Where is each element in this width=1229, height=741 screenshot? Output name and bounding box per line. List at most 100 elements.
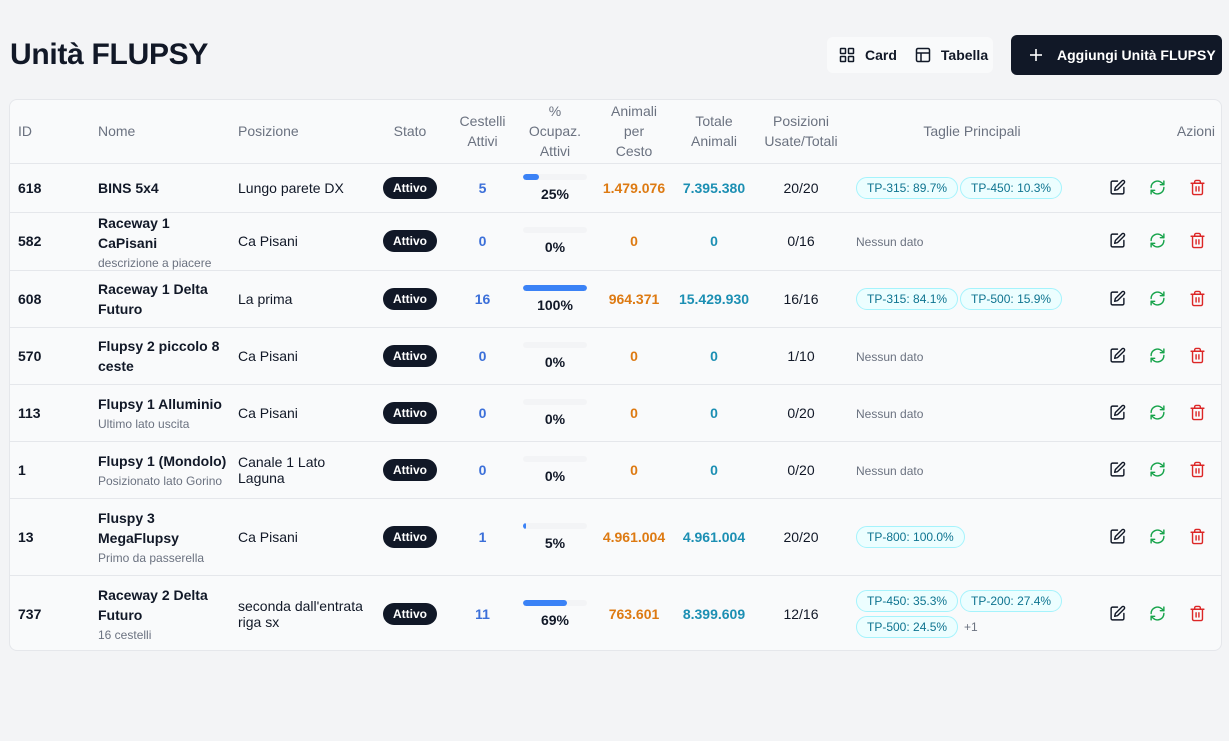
status-badge: Attivo — [383, 458, 437, 481]
cell-actions — [1092, 270, 1221, 328]
cell-total-animals: 4.961.004 — [678, 498, 750, 576]
refresh-button[interactable] — [1149, 179, 1167, 197]
add-flupsy-button[interactable]: Aggiungi Unità FLUPSY — [1011, 35, 1222, 75]
edit-button[interactable] — [1109, 179, 1127, 197]
occupancy-bar — [523, 455, 587, 462]
table-row: 618 BINS 5x4 Lungo parete DX Attivo 5 25% 1.47… — [10, 163, 1221, 213]
edit-button[interactable] — [1109, 528, 1127, 546]
edit-icon — [1110, 528, 1126, 544]
unit-name: Flupsy 1 (Mondolo) — [98, 453, 227, 469]
delete-button[interactable] — [1189, 232, 1207, 250]
edit-button[interactable] — [1109, 404, 1127, 422]
occupancy-percent: 100% — [537, 296, 573, 313]
cell-sizes: Nessun dato — [852, 384, 1092, 442]
table-header-row: ID Nome Posizione Stato Cestelli Attivi … — [10, 100, 1221, 164]
cell-name: Raceway 2 Delta Futuro 16 cestelli — [90, 575, 230, 650]
refresh-button[interactable] — [1149, 232, 1167, 250]
table-view-button[interactable]: Tabella — [909, 40, 994, 70]
delete-button[interactable] — [1189, 404, 1207, 422]
refresh-button[interactable] — [1149, 605, 1167, 623]
add-flupsy-label: Aggiungi Unità FLUPSY — [1057, 47, 1216, 63]
status-badge: Attivo — [383, 344, 437, 367]
refresh-button[interactable] — [1149, 528, 1167, 546]
size-tag: TP-315: 84.1% — [856, 287, 959, 310]
cell-position: Lungo parete DX — [230, 163, 375, 213]
unit-name: Flupsy 2 piccolo 8 ceste — [98, 337, 220, 374]
edit-icon — [1110, 232, 1126, 248]
header-animals-per-basket: Animali per Cesto — [590, 100, 678, 164]
delete-button[interactable] — [1189, 290, 1207, 308]
no-data-label: Nessun dato — [856, 349, 924, 364]
occupancy-bar — [523, 284, 587, 291]
cell-animals-per-basket: 964.371 — [590, 270, 678, 328]
cell-animals-per-basket: 1.479.076 — [590, 163, 678, 213]
cell-sizes: Nessun dato — [852, 212, 1092, 271]
edit-button[interactable] — [1109, 347, 1127, 365]
cell-id: 737 — [18, 605, 42, 622]
status-badge: Attivo — [383, 287, 437, 310]
table-row: 113 Flupsy 1 Alluminio Ultimo lato uscita C… — [10, 384, 1221, 442]
cell-baskets: 16 — [445, 270, 520, 328]
more-sizes: +1 — [964, 619, 978, 634]
cell-actions — [1092, 498, 1221, 576]
cell-status: Attivo — [375, 212, 445, 271]
trash-icon — [1190, 528, 1205, 544]
cell-positions: 0/20 — [750, 441, 852, 499]
cell-status: Attivo — [375, 384, 445, 442]
cell-sizes: TP-315: 84.1% TP-500: 15.9% — [852, 270, 1092, 328]
header-occupancy: % Ocupaz. Attivi — [520, 100, 590, 164]
cell-status: Attivo — [375, 327, 445, 385]
table-icon — [915, 47, 931, 63]
cell-total-animals: 0 — [678, 327, 750, 385]
flupsy-table: ID Nome Posizione Stato Cestelli Attivi … — [9, 99, 1222, 651]
refresh-button[interactable] — [1149, 404, 1167, 422]
delete-button[interactable] — [1189, 179, 1207, 197]
cell-total-animals: 7.395.380 — [678, 163, 750, 213]
edit-button[interactable] — [1109, 461, 1127, 479]
cell-id: 113 — [10, 384, 90, 442]
occupancy-bar — [523, 398, 587, 405]
header-position: Posizione — [230, 100, 375, 164]
edit-button[interactable] — [1109, 232, 1127, 250]
edit-icon — [1110, 605, 1126, 621]
edit-button[interactable] — [1109, 290, 1127, 308]
trash-icon — [1190, 605, 1205, 622]
table-row: 570 Flupsy 2 piccolo 8 ceste Ca Pisani Atti… — [10, 327, 1221, 385]
page-title: Unità FLUPSY — [10, 38, 209, 71]
refresh-button[interactable] — [1149, 347, 1167, 365]
card-view-button[interactable]: Card — [833, 40, 903, 70]
cell-occupancy: 0% — [520, 327, 590, 385]
edit-icon — [1110, 347, 1126, 363]
cell-animals-per-basket: 0 — [590, 384, 678, 442]
refresh-button[interactable] — [1149, 461, 1167, 479]
cell-total-animals: 15.429.930 — [678, 270, 750, 328]
delete-button[interactable] — [1189, 605, 1207, 623]
cell-status: Attivo — [375, 498, 445, 576]
edit-button[interactable] — [1109, 605, 1127, 623]
header-positions: Posizioni Usate/Totali — [750, 100, 852, 164]
header-total-animals: Totale Animali — [678, 100, 750, 164]
header-name: Nome — [90, 100, 230, 164]
grid-icon — [839, 47, 855, 63]
cell-occupancy: 69% — [520, 575, 590, 650]
cell-actions — [1092, 212, 1221, 271]
refresh-button[interactable] — [1149, 290, 1167, 308]
status-badge: Attivo — [383, 602, 437, 625]
delete-button[interactable] — [1189, 461, 1207, 479]
cell-position: Canale 1 Lato Laguna — [230, 441, 375, 499]
unit-name: BINS 5x4 — [98, 179, 159, 196]
no-data-label: Nessun dato — [856, 235, 924, 249]
delete-button[interactable] — [1189, 347, 1207, 365]
occupancy-bar-fill — [523, 522, 527, 529]
occupancy-bar — [523, 173, 587, 180]
delete-button[interactable] — [1189, 528, 1207, 546]
cell-total-animals: 8.399.609 — [682, 605, 746, 622]
cell-positions: 12/16 — [783, 605, 819, 622]
size-tag: TP-500: 15.9% — [960, 287, 1063, 310]
cell-status: Attivo — [375, 270, 445, 328]
unit-name: Raceway 1 Delta Futuro — [98, 280, 208, 317]
table-row: 1 Flupsy 1 (Mondolo) Posizionato lato Gori… — [10, 441, 1221, 499]
occupancy-percent: 0% — [544, 239, 566, 255]
trash-icon — [1190, 404, 1205, 420]
table-view-label: Tabella — [940, 47, 989, 63]
